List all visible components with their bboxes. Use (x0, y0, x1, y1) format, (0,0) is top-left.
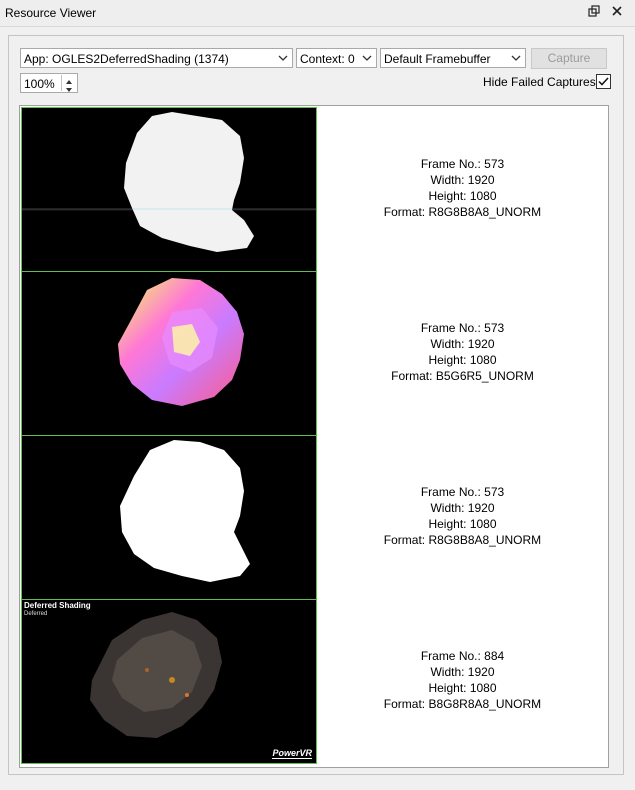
frame-width: Width: 1920 (430, 665, 495, 679)
frame-format: Format: B5G6R5_UNORM (391, 369, 534, 383)
frame-width: Width: 1920 (430, 173, 495, 187)
float-window-icon[interactable] (587, 5, 601, 19)
frame-height: Height: 1080 (428, 189, 497, 203)
frame-format: Format: R8G8B8A8_UNORM (383, 205, 542, 219)
capture-info-4: Frame No.: 884 Width: 1920 Height: 1080 … (320, 648, 605, 712)
thumbnail-column: Deferred Shading Deferred PowerVR (21, 107, 317, 764)
framebuffer-select-value: Default Framebuffer (384, 52, 491, 66)
overlay-subtitle: Deferred (24, 611, 48, 617)
window-title: Resource Viewer (5, 6, 97, 20)
capture-thumbnail-1[interactable] (22, 108, 316, 272)
frame-height: Height: 1080 (428, 681, 497, 695)
spin-down-icon[interactable] (63, 83, 75, 92)
capture-info-2: Frame No.: 573 Width: 1920 Height: 1080 … (320, 320, 605, 384)
context-select[interactable]: Context: 0 (296, 48, 377, 68)
spin-up-icon[interactable] (63, 75, 75, 84)
frame-height: Height: 1080 (428, 517, 497, 531)
hide-failed-label: Hide Failed Captures (483, 75, 596, 89)
app-select[interactable]: App: OGLES2DeferredShading (1374) (20, 48, 293, 68)
hide-failed-checkbox[interactable] (596, 74, 611, 89)
frame-width: Width: 1920 (430, 501, 495, 515)
framebuffer-select[interactable]: Default Framebuffer (380, 48, 526, 68)
title-bar: Resource Viewer (0, 0, 635, 27)
checkmark-icon (598, 77, 609, 86)
powervr-logo: PowerVR (272, 748, 312, 759)
close-icon[interactable] (610, 5, 624, 19)
frame-height: Height: 1080 (428, 353, 497, 367)
frame-number: Frame No.: 884 (420, 649, 505, 663)
capture-thumbnail-4[interactable]: Deferred Shading Deferred PowerVR (22, 600, 316, 763)
capture-thumbnail-2[interactable] (22, 272, 316, 436)
chevron-down-icon (277, 51, 289, 65)
frame-number: Frame No.: 573 (420, 485, 505, 499)
capture-info-3: Frame No.: 573 Width: 1920 Height: 1080 … (320, 484, 605, 548)
app-select-value: App: OGLES2DeferredShading (1374) (24, 52, 229, 66)
chevron-down-icon (361, 51, 373, 65)
zoom-value: 100% (24, 77, 55, 91)
capture-list: Deferred Shading Deferred PowerVR Frame … (19, 105, 609, 768)
capture-info-1: Frame No.: 573 Width: 1920 Height: 1080 … (320, 156, 605, 220)
overlay-title: Deferred Shading (24, 601, 91, 610)
frame-format: Format: B8G8R8A8_UNORM (383, 697, 542, 711)
frame-number: Frame No.: 573 (420, 321, 505, 335)
capture-thumbnail-3[interactable] (22, 436, 316, 600)
capture-button[interactable]: Capture (531, 48, 607, 69)
chevron-down-icon (510, 51, 522, 65)
frame-width: Width: 1920 (430, 337, 495, 351)
frame-number: Frame No.: 573 (420, 157, 505, 171)
zoom-spinner[interactable] (61, 75, 76, 92)
frame-format: Format: R8G8B8A8_UNORM (383, 533, 542, 547)
zoom-spinbox[interactable]: 100% (20, 73, 78, 93)
context-select-value: Context: 0 (300, 52, 355, 66)
